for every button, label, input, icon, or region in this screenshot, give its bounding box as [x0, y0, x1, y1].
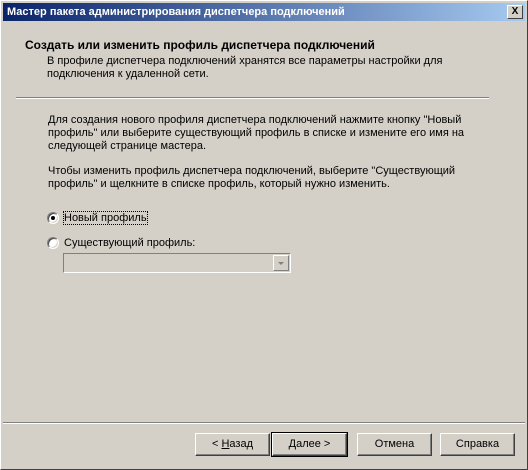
radio-selected-dot-icon: [51, 216, 55, 220]
wizard-header: Создать или изменить профиль диспетчера …: [3, 22, 525, 92]
page-subtitle: В профиле диспетчера подключений хранятс…: [47, 55, 443, 80]
instruction-new-profile: Для создания нового профиля диспетчера п…: [48, 114, 465, 152]
chevron-down-icon[interactable]: [273, 255, 289, 271]
page-title: Создать или изменить профиль диспетчера …: [25, 38, 375, 52]
next-button-accel: Д: [288, 438, 297, 450]
back-button[interactable]: < Назад: [195, 433, 270, 456]
radio-existing-profile-label[interactable]: Существующий профиль:: [64, 237, 195, 249]
wizard-window: Мастер пакета администрирования диспетче…: [0, 0, 528, 470]
cancel-button-label: Отмена: [374, 438, 415, 450]
close-button[interactable]: X: [507, 5, 523, 19]
next-button-label: алее >: [296, 438, 331, 450]
radio-existing-profile-control[interactable]: [47, 237, 59, 249]
cancel-button[interactable]: Отмена: [357, 433, 432, 456]
window-title: Мастер пакета администрирования диспетче…: [7, 6, 345, 18]
radio-new-profile-label[interactable]: Новый профиль: [63, 211, 148, 225]
help-button-label: Справка: [455, 438, 500, 450]
instruction-existing-profile: Чтобы изменить профиль диспетчера подклю…: [48, 165, 456, 190]
radio-new-profile-control[interactable]: [47, 212, 59, 224]
footer-divider: [3, 422, 525, 424]
title-bar[interactable]: Мастер пакета администрирования диспетче…: [3, 3, 525, 21]
existing-profile-select[interactable]: [63, 253, 291, 273]
next-button[interactable]: Далее >: [271, 432, 348, 457]
header-divider: [16, 97, 489, 99]
back-button-label: азад: [229, 438, 253, 450]
help-button[interactable]: Справка: [440, 433, 515, 456]
close-icon: X: [511, 6, 519, 17]
